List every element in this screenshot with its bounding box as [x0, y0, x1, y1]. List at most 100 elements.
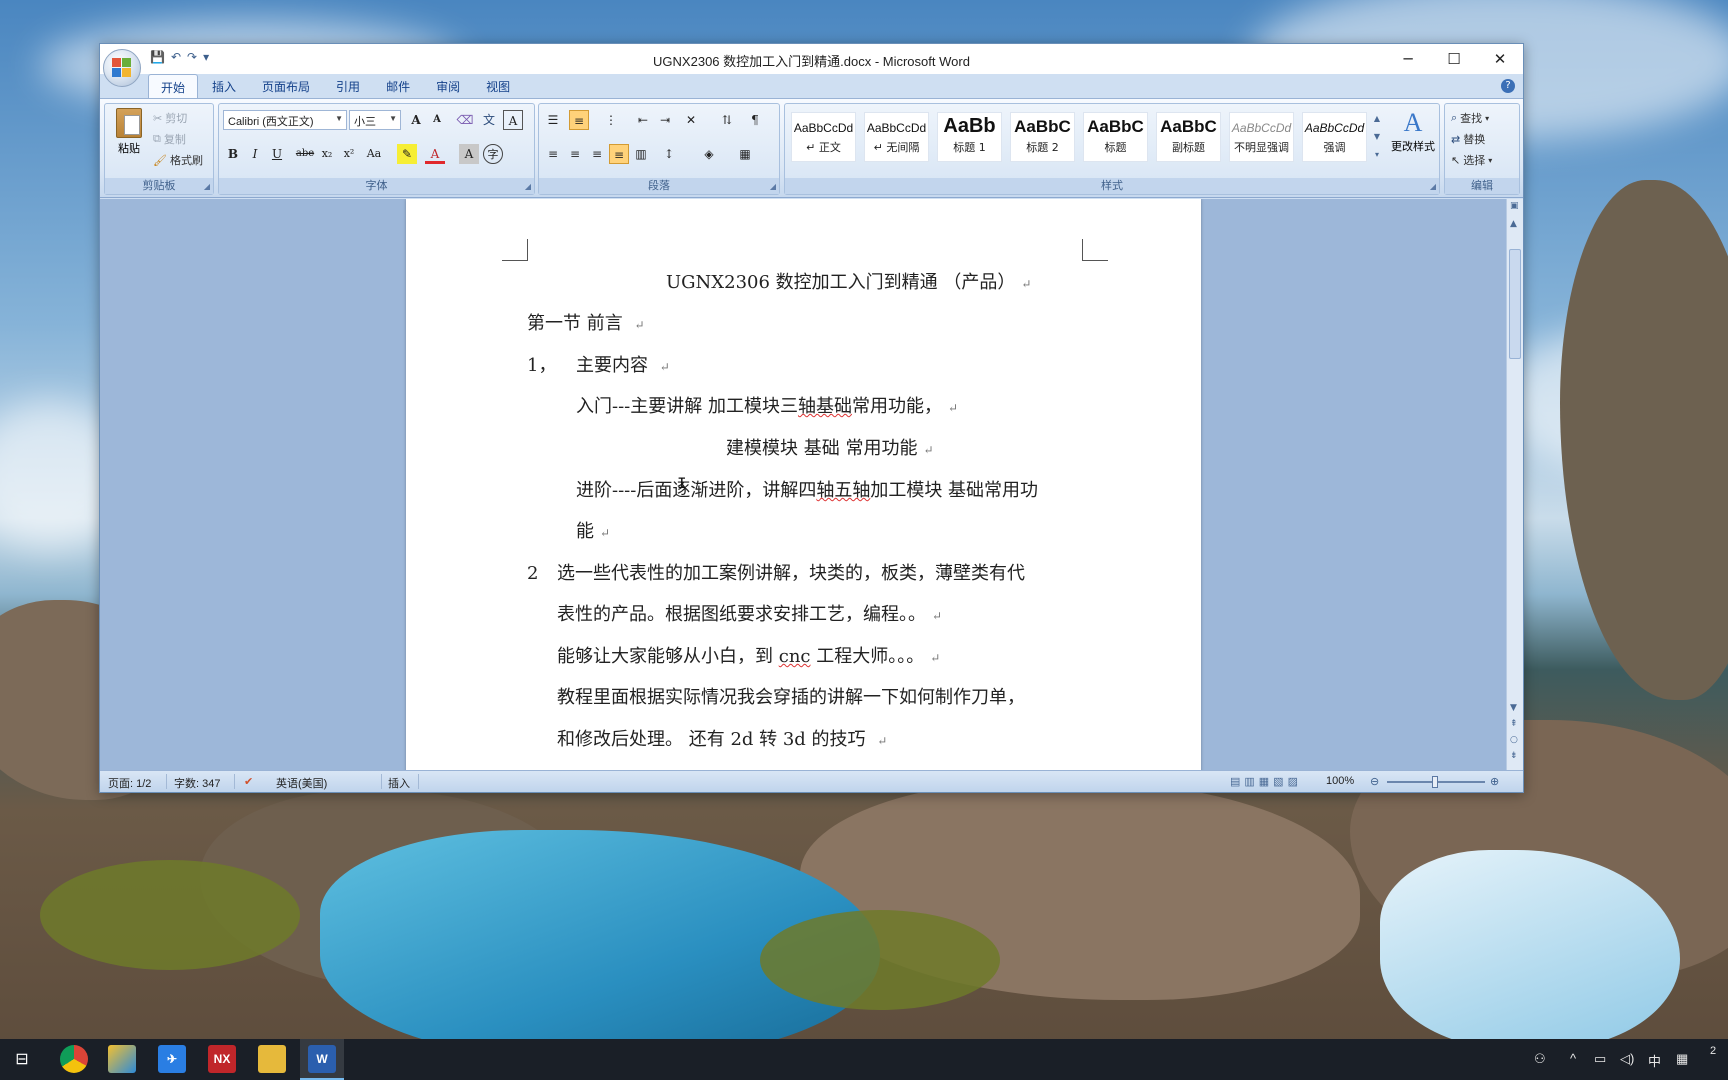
align-left-icon[interactable]: ≡ — [543, 144, 563, 164]
paragraph-launcher-icon[interactable]: ◢ — [770, 182, 776, 191]
multilevel-list-icon[interactable]: ⋮ — [601, 110, 621, 130]
zoom-level[interactable]: 100% — [1326, 775, 1354, 787]
shrink-font-button[interactable]: A — [427, 110, 447, 130]
distributed-icon[interactable]: ▥ — [631, 144, 651, 164]
zoom-out-icon[interactable]: ⊖ — [1370, 775, 1379, 788]
superscript-button[interactable]: x² — [339, 144, 359, 164]
chrome-icon[interactable] — [60, 1045, 88, 1073]
style-heading-2[interactable]: AaBbC 标题 2 — [1010, 112, 1075, 162]
show-marks-icon[interactable]: ¶ — [745, 110, 765, 130]
tab-review[interactable]: 审阅 — [424, 74, 472, 98]
styles-scroll[interactable]: ▲ ▼ ▾ — [1371, 110, 1383, 166]
style-no-spacing[interactable]: AaBbCcDd ↵ 无间隔 — [864, 112, 929, 162]
next-page-icon[interactable]: ⇟ — [1510, 751, 1518, 761]
word-count[interactable]: 字数: 347 — [174, 775, 220, 791]
clipboard-launcher-icon[interactable]: ◢ — [204, 182, 210, 191]
style-subtle-emphasis[interactable]: AaBbCcDd 不明显强调 — [1229, 112, 1294, 162]
align-center-icon[interactable]: ≡ — [565, 144, 585, 164]
zoom-in-icon[interactable]: ⊕ — [1490, 775, 1499, 788]
style-subtitle[interactable]: AaBbC 副标题 — [1156, 112, 1221, 162]
scroll-down-icon[interactable]: ▼ — [1510, 703, 1517, 713]
line-spacing-icon[interactable]: ↕ — [659, 144, 679, 164]
people-icon[interactable]: ⚇ — [1534, 1051, 1546, 1067]
change-case-button[interactable]: Aa — [364, 144, 384, 164]
vertical-scrollbar[interactable]: ▣ ▲ ▼ ⇞ ○ ⇟ — [1506, 199, 1523, 772]
underline-button[interactable]: U — [267, 144, 287, 164]
character-shading-button[interactable]: A — [459, 144, 479, 164]
paint-icon[interactable] — [108, 1045, 136, 1073]
style-normal[interactable]: AaBbCcDd ↵ 正文 — [791, 112, 856, 162]
volume-icon[interactable]: ◁) — [1620, 1051, 1634, 1067]
help-icon[interactable]: ? — [1501, 79, 1515, 93]
proofing-icon[interactable]: ✔ — [244, 775, 253, 788]
tab-insert[interactable]: 插入 — [200, 74, 248, 98]
document-page[interactable]: UGNX2306 数控加工入门到精通 （产品） ↵ 第一节 前言 ↵ 1， 主要内容… — [406, 199, 1201, 772]
zoom-slider-thumb[interactable] — [1432, 776, 1438, 788]
browse-object-icon[interactable]: ○ — [1510, 735, 1518, 745]
word-icon[interactable]: W — [308, 1045, 336, 1073]
style-emphasis[interactable]: AaBbCcDd 强调 — [1302, 112, 1367, 162]
phonetic-guide-icon[interactable]: 文 — [479, 110, 499, 130]
numbering-icon[interactable]: ≡ — [569, 110, 589, 130]
tab-references[interactable]: 引用 — [324, 74, 372, 98]
clock[interactable]: 2 — [1710, 1045, 1716, 1057]
bullets-icon[interactable]: ☰ — [543, 110, 563, 130]
change-styles-button[interactable]: A 更改样式 — [1387, 108, 1439, 154]
font-size-combo[interactable]: 小三 ▼ — [349, 110, 401, 130]
ime-indicator[interactable]: 中 — [1648, 1051, 1661, 1070]
scroll-up-icon[interactable]: ▲ — [1510, 219, 1517, 229]
office-button[interactable] — [103, 49, 141, 87]
style-heading-1[interactable]: AaBb 标题 1 — [937, 112, 1002, 162]
decrease-indent-icon[interactable]: ⇤ — [633, 110, 653, 130]
tab-home[interactable]: 开始 — [148, 74, 199, 98]
ruler-toggle-icon[interactable]: ▣ — [1510, 201, 1519, 211]
view-buttons[interactable]: ▤▥▦▧▨ — [1230, 775, 1302, 788]
copy-button[interactable]: ⧉ 复制 — [153, 131, 186, 147]
previous-page-icon[interactable]: ⇞ — [1510, 719, 1518, 729]
highlight-icon[interactable]: ✎ — [397, 144, 417, 164]
cut-button[interactable]: ✂ 剪切 — [153, 110, 187, 126]
bold-button[interactable]: B — [223, 144, 243, 164]
style-title[interactable]: AaBbC 标题 — [1083, 112, 1148, 162]
select-button[interactable]: ↖ 选择 ▾ — [1451, 152, 1492, 168]
page-count[interactable]: 页面: 1/2 — [108, 775, 151, 791]
justify-icon[interactable]: ≡ — [609, 144, 629, 164]
font-launcher-icon[interactable]: ◢ — [525, 182, 531, 191]
network-icon[interactable]: ▭ — [1594, 1051, 1606, 1067]
replace-button[interactable]: ⇄ 替换 — [1451, 131, 1485, 147]
maximize-button[interactable]: ☐ — [1431, 44, 1477, 74]
shading-icon[interactable]: ◈ — [699, 144, 719, 164]
align-right-icon[interactable]: ≡ — [587, 144, 607, 164]
enclose-characters-button[interactable]: 字 — [483, 144, 503, 164]
strikethrough-button[interactable]: abe — [295, 144, 315, 164]
font-name-combo[interactable]: Calibri (西文正文) ▼ — [223, 110, 347, 130]
italic-button[interactable]: I — [245, 144, 265, 164]
feishu-icon[interactable]: ✈ — [158, 1045, 186, 1073]
nx-icon[interactable]: NX — [208, 1045, 236, 1073]
tab-page-layout[interactable]: 页面布局 — [250, 74, 322, 98]
insert-mode[interactable]: 插入 — [388, 775, 410, 791]
minimize-button[interactable]: ─ — [1385, 44, 1431, 74]
input-layout-icon[interactable]: ▦ — [1676, 1051, 1688, 1067]
clear-formatting-icon[interactable]: ⌫ — [455, 110, 475, 130]
tray-chevron-up-icon[interactable]: ^ — [1570, 1051, 1576, 1066]
paste-button[interactable]: 粘贴 — [111, 108, 147, 156]
find-button[interactable]: ⌕ 查找 ▾ — [1451, 110, 1489, 126]
task-view-icon[interactable]: ⊟ — [8, 1045, 36, 1073]
close-button[interactable]: ✕ — [1477, 44, 1523, 74]
chinese-layout-icon[interactable]: ✕ — [681, 110, 701, 130]
grow-font-button[interactable]: A — [406, 110, 426, 130]
character-border-icon[interactable]: A — [503, 110, 523, 130]
format-painter-button[interactable]: 🖌 格式刷 — [153, 152, 203, 168]
borders-icon[interactable]: ▦ — [735, 144, 755, 164]
scroll-thumb[interactable] — [1509, 249, 1521, 359]
language-indicator[interactable]: 英语(美国) — [276, 775, 327, 791]
file-explorer-icon[interactable] — [258, 1045, 286, 1073]
tab-view[interactable]: 视图 — [474, 74, 522, 98]
tab-mailings[interactable]: 邮件 — [374, 74, 422, 98]
sort-icon[interactable]: ⇅ — [717, 110, 737, 130]
font-color-button[interactable]: A — [425, 144, 445, 164]
styles-launcher-icon[interactable]: ◢ — [1430, 182, 1436, 191]
subscript-button[interactable]: x₂ — [317, 144, 337, 164]
increase-indent-icon[interactable]: ⇥ — [655, 110, 675, 130]
